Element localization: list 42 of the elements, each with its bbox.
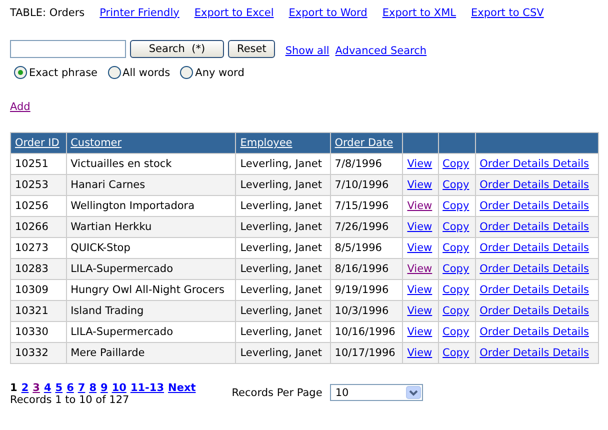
radio-button[interactable] [180,66,194,79]
page-link[interactable]: 5 [55,382,63,394]
search-button[interactable]: Search (*) [130,40,224,58]
export-link[interactable]: Export to XML [382,6,456,18]
table-title: TABLE: Orders [10,6,85,18]
order-id-cell: 10332 [10,342,66,364]
page-link[interactable]: 9 [100,382,108,394]
dropdown-icon[interactable] [406,386,422,399]
search-link[interactable]: Advanced Search [335,44,427,56]
page-link[interactable]: 4 [44,382,52,394]
sort-link[interactable]: Customer [70,137,122,149]
employee-cell: Leverling, Janet [236,342,330,364]
export-link[interactable]: Export to Excel [194,6,274,18]
page-link[interactable]: 6 [66,382,74,394]
sort-link[interactable]: Order ID [15,137,60,149]
export-link[interactable]: Export to Word [288,6,368,18]
customer-cell: Mere Paillarde [66,342,236,364]
per-page-select[interactable]: 10 [330,384,424,401]
date-cell: 10/17/1996 [330,342,403,364]
page-link[interactable]: 8 [89,382,96,394]
radio-button[interactable] [14,66,27,79]
page-link[interactable]: Next [168,382,196,394]
page-link[interactable]: 11-13 [130,382,164,394]
export-link[interactable]: Export to CSV [471,6,544,18]
sort-link[interactable]: Order Date [334,137,394,149]
page-link[interactable]: 10 [112,382,126,394]
page-link[interactable]: 7 [78,382,86,394]
current-page: 1 [10,382,18,394]
reset-button[interactable]: Reset [228,40,276,58]
per-page-label: Records Per Page [232,386,322,398]
add-link[interactable]: Add [10,101,30,113]
radio-button[interactable] [108,66,121,79]
export-link[interactable]: Printer Friendly [100,6,180,18]
radio-label: All words [122,66,170,78]
page-link[interactable]: 3 [32,382,40,394]
search-link[interactable]: Show all [285,44,330,56]
radio-label: Exact phrase [29,66,98,78]
page-link[interactable]: 2 [21,382,29,394]
sort-link[interactable]: Employee [240,137,292,149]
records-summary: Records 1 to 10 of 127 [10,394,130,406]
search-field[interactable] [10,40,126,58]
radio-label: Any word [195,66,244,78]
